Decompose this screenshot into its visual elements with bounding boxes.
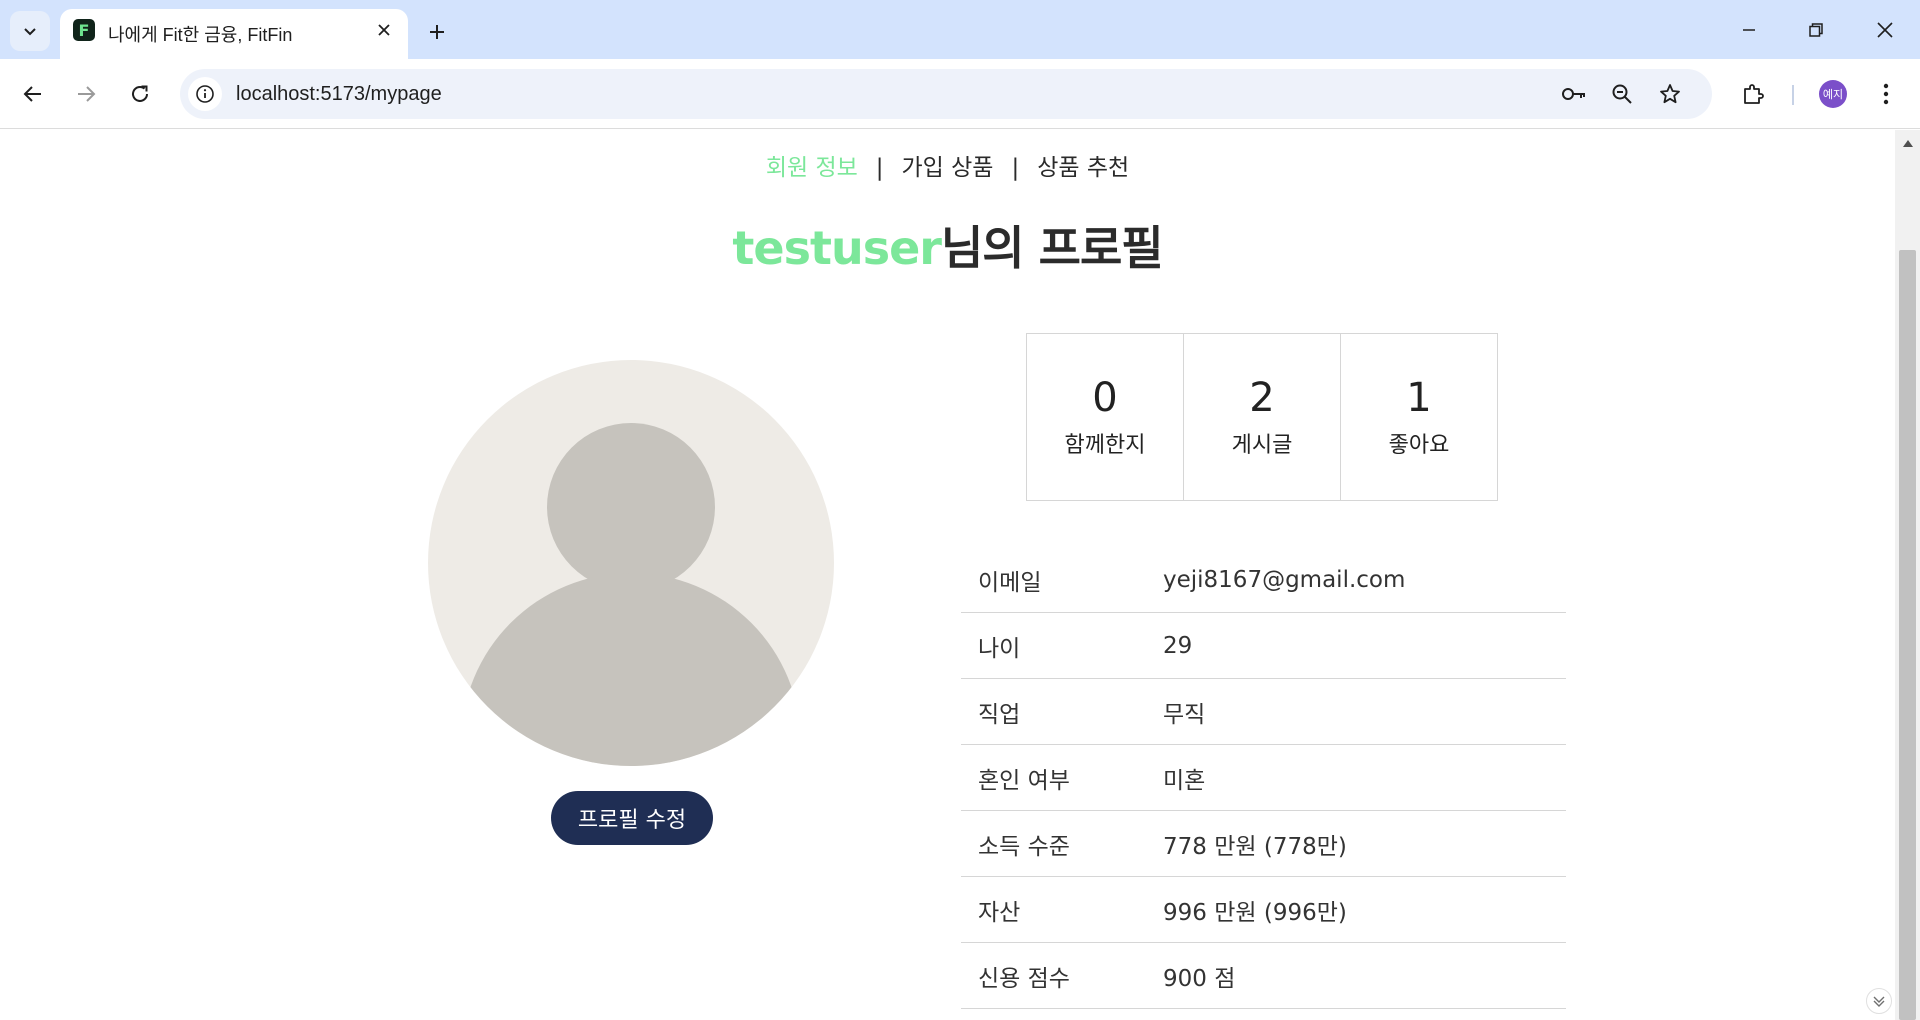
mypage-content: 회원 정보 | 가입 상품 | 상품 추천 testuser님의 프로필 프로필 수정 …	[0, 130, 1895, 1020]
back-button[interactable]	[13, 74, 53, 114]
star-icon	[1660, 84, 1680, 104]
edit-profile-button[interactable]: 프로필 수정	[551, 791, 713, 845]
avatar-body-shape	[461, 573, 801, 766]
username: testuser	[732, 221, 942, 275]
browser-tab-active[interactable]: F 나에게 Fit한 금융, FitFin	[60, 9, 408, 59]
extensions-button[interactable]	[1733, 74, 1773, 114]
restore-icon	[1809, 23, 1823, 37]
info-row-job: 직업 무직	[961, 679, 1566, 745]
scroll-thumb[interactable]	[1899, 250, 1916, 1020]
info-key: 신용 점수	[978, 965, 1070, 992]
info-icon	[196, 85, 214, 103]
stat-days-together: 0 함께한지	[1026, 333, 1184, 501]
stat-likes[interactable]: 1 좋아요	[1340, 333, 1498, 501]
stat-label: 좋아요	[1388, 433, 1450, 458]
double-chevron-down-icon	[1873, 996, 1885, 1007]
profile-avatar	[428, 360, 834, 766]
info-value: 29	[1163, 632, 1193, 659]
window-minimize-button[interactable]	[1726, 10, 1772, 50]
puzzle-icon	[1744, 84, 1764, 104]
page-title: testuser님의 프로필	[0, 212, 1895, 278]
zoom-out-icon	[1612, 84, 1632, 104]
info-row-income: 소득 수준 778 만원 (778만)	[961, 811, 1566, 877]
close-icon	[1877, 22, 1893, 38]
reload-icon	[132, 85, 148, 102]
tab-title: 나에게 Fit한 금융, FitFin	[108, 25, 293, 45]
info-row-credit-score: 신용 점수 900 점	[961, 943, 1566, 1009]
subnav-separator: |	[875, 155, 884, 181]
browser-tabstrip: F 나에게 Fit한 금융, FitFin	[0, 0, 1920, 59]
site-info-button[interactable]	[188, 77, 222, 111]
plus-icon	[430, 25, 444, 39]
subnav-member-info[interactable]: 회원 정보	[766, 155, 858, 181]
subnav-separator: |	[1011, 155, 1020, 181]
info-row-assets: 자산 996 만원 (996만)	[961, 877, 1566, 943]
info-key: 나이	[978, 635, 1021, 662]
reload-button[interactable]	[120, 74, 160, 114]
page-scrollbar[interactable]	[1895, 130, 1920, 1020]
info-value: 778 만원 (778만)	[1163, 833, 1347, 860]
info-value: yeji8167@gmail.com	[1163, 566, 1406, 593]
url-text[interactable]: localhost:5173/mypage	[236, 83, 442, 106]
stat-value: 1	[1406, 375, 1432, 421]
info-key: 이메일	[978, 569, 1042, 596]
browser-menu-button[interactable]	[1866, 74, 1906, 114]
info-row-email: 이메일 yeji8167@gmail.com	[961, 547, 1566, 613]
info-key: 직업	[978, 701, 1021, 728]
info-row-age: 나이 29	[961, 613, 1566, 679]
info-value: 무직	[1163, 701, 1206, 728]
tab-search-button[interactable]	[10, 11, 50, 51]
new-tab-button[interactable]	[420, 15, 454, 49]
minimize-icon	[1743, 29, 1755, 31]
arrow-right-icon	[78, 86, 96, 102]
zoom-button[interactable]	[1606, 78, 1638, 110]
info-value: 996 만원 (996만)	[1163, 899, 1347, 926]
window-close-button[interactable]	[1862, 10, 1908, 50]
address-bar[interactable]: localhost:5173/mypage	[180, 69, 1712, 119]
subnav-product-recommend[interactable]: 상품 추천	[1037, 155, 1129, 181]
triangle-up-icon	[1902, 140, 1913, 147]
scroll-down-indicator[interactable]	[1866, 988, 1892, 1014]
stat-value: 0	[1092, 375, 1118, 421]
activity-stats: 0 함께한지 2 게시글 1 좋아요	[1026, 333, 1498, 501]
member-info-table: 이메일 yeji8167@gmail.com 나이 29 직업 무직 혼인 여부…	[961, 547, 1566, 1009]
info-key: 소득 수준	[978, 833, 1070, 860]
toolbar-separator	[1792, 85, 1794, 105]
page-title-suffix: 님의 프로필	[940, 221, 1164, 275]
info-value: 미혼	[1163, 767, 1206, 794]
browser-toolbar: localhost:5173/mypage 예지	[0, 59, 1920, 129]
kebab-menu-icon	[1883, 83, 1889, 105]
bookmark-button[interactable]	[1654, 78, 1686, 110]
tab-close-button[interactable]	[372, 18, 396, 42]
stat-posts[interactable]: 2 게시글	[1183, 333, 1341, 501]
window-restore-button[interactable]	[1793, 10, 1839, 50]
mypage-subnav: 회원 정보 | 가입 상품 | 상품 추천	[0, 148, 1895, 182]
fitfin-favicon-icon: F	[73, 19, 95, 41]
scroll-up-button[interactable]	[1895, 134, 1920, 152]
chevron-down-icon	[24, 28, 36, 36]
stat-label: 게시글	[1231, 433, 1293, 458]
arrow-left-icon	[23, 86, 41, 102]
avatar-head-shape	[547, 423, 715, 591]
info-key: 자산	[978, 899, 1021, 926]
stat-label: 함께한지	[1064, 433, 1146, 458]
info-value: 900 점	[1163, 965, 1236, 992]
stat-value: 2	[1249, 375, 1275, 421]
close-icon	[378, 24, 390, 36]
password-key-button[interactable]	[1558, 78, 1590, 110]
info-key: 혼인 여부	[978, 767, 1070, 794]
info-row-marital-status: 혼인 여부 미혼	[961, 745, 1566, 811]
key-icon	[1562, 88, 1585, 100]
subnav-joined-products[interactable]: 가입 상품	[902, 155, 994, 181]
profile-avatar-button[interactable]: 예지	[1819, 80, 1847, 108]
forward-button[interactable]	[66, 74, 106, 114]
